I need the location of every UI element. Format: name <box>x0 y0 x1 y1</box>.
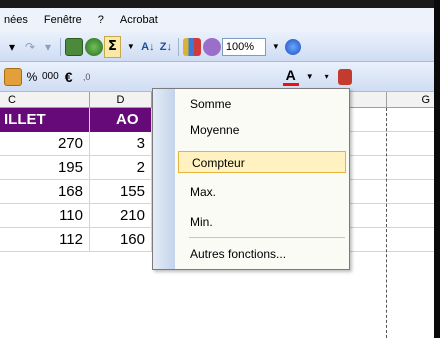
menu-gutter <box>153 89 175 269</box>
menu-item-label: Autres fonctions... <box>190 247 287 261</box>
thousands-separator-button[interactable]: 000 <box>42 66 59 88</box>
cell-header-c[interactable]: ILLET <box>0 108 90 132</box>
cell-header-d[interactable]: AO <box>90 108 152 132</box>
chart-wizard-icon[interactable] <box>182 36 201 58</box>
percent-label: % <box>26 69 38 84</box>
cell-text: 270 <box>57 135 83 152</box>
autosum-dropdown-menu: Somme Moyenne Compteur Max. Min. Autres … <box>152 88 350 270</box>
cell-text: 210 <box>119 207 145 224</box>
cell-text: 112 <box>59 231 83 248</box>
undo-dropdown-icon[interactable]: ▾ <box>4 36 20 58</box>
menu-item-compteur[interactable]: Compteur <box>178 151 346 173</box>
cell-d[interactable]: 3 <box>90 132 152 156</box>
research-icon[interactable] <box>85 36 103 58</box>
cell-d[interactable]: 2 <box>90 156 152 180</box>
menu-donnees[interactable]: nées <box>0 14 36 26</box>
column-header-c[interactable]: C <box>0 92 90 108</box>
sigma-icon: Σ <box>108 39 117 54</box>
percent-style-button[interactable]: % <box>24 66 40 88</box>
cell-text: 155 <box>119 183 145 200</box>
cell-text: 2 <box>136 159 145 176</box>
cell-c[interactable]: 168 <box>0 180 90 204</box>
euro-label: € <box>64 68 73 85</box>
menu-bar: nées Fenêtre ? Acrobat <box>0 8 434 32</box>
menu-item-autres-fonctions[interactable]: Autres fonctions... <box>177 243 347 265</box>
cell-text: 110 <box>59 207 83 224</box>
cell-c[interactable]: 110 <box>0 204 90 228</box>
cell-d[interactable]: 210 <box>90 204 152 228</box>
window-top-border <box>0 0 440 8</box>
zoom-dropdown-icon[interactable]: ▼ <box>267 36 283 58</box>
menu-separator <box>189 237 345 238</box>
zoom-box[interactable]: 100% <box>221 37 266 56</box>
menu-item-label: Max. <box>190 185 217 199</box>
cell-d[interactable]: 160 <box>90 228 152 252</box>
cell-c[interactable]: 112 <box>0 228 90 252</box>
column-header-d[interactable]: D <box>90 92 152 108</box>
menu-item-label: Somme <box>190 97 232 111</box>
cell-text: 160 <box>119 231 145 248</box>
toolbar-options-icon[interactable]: ▾ <box>319 66 335 88</box>
menu-fenetre[interactable]: Fenêtre <box>36 14 90 26</box>
drawing-icon[interactable] <box>202 36 221 58</box>
column-header-g[interactable]: G <box>386 92 434 108</box>
sort-descending-icon[interactable]: Z↓ <box>158 36 174 58</box>
font-color-button[interactable]: A <box>282 67 299 86</box>
window-right-border <box>434 0 440 338</box>
menu-item-label: Compteur <box>192 156 245 170</box>
menu-item-somme[interactable]: Somme <box>177 93 347 115</box>
redo-dropdown-icon[interactable]: ▾ <box>40 36 56 58</box>
euro-button[interactable]: € <box>61 66 77 88</box>
cell-text: 168 <box>57 183 83 200</box>
font-color-label: A <box>285 67 296 83</box>
cell-d[interactable]: 155 <box>90 180 152 204</box>
standard-toolbar: ▾ ↷ ▾ Σ ▼ A↓ Z↓ 100% ▼ <box>0 32 434 62</box>
autosum-dropdown-icon[interactable]: ▼ <box>122 36 138 58</box>
help-icon[interactable] <box>284 36 301 58</box>
menu-item-min[interactable]: Min. <box>177 211 347 233</box>
cell-c[interactable]: 195 <box>0 156 90 180</box>
menu-item-max[interactable]: Max. <box>177 181 347 203</box>
autosum-button[interactable]: Σ <box>104 35 121 58</box>
increase-decimal-icon[interactable]: ,0 <box>79 66 95 88</box>
merge-center-icon[interactable] <box>4 66 22 88</box>
cell-text: ILLET <box>4 111 46 128</box>
cell-c[interactable]: 270 <box>0 132 90 156</box>
font-color-dropdown-icon[interactable]: ▼ <box>301 66 317 88</box>
toolbar-separator <box>177 37 179 56</box>
column-g-label: G <box>421 94 430 106</box>
redo-icon[interactable]: ↷ <box>22 36 38 58</box>
hyperlink-icon[interactable] <box>65 36 83 58</box>
cell-text: 195 <box>57 159 83 176</box>
thousands-label: 000 <box>42 71 59 82</box>
column-d-label: D <box>116 94 125 106</box>
menu-item-label: Min. <box>190 215 213 229</box>
page-break-line <box>386 108 387 338</box>
menu-acrobat[interactable]: Acrobat <box>112 14 166 26</box>
pdf-icon[interactable] <box>337 66 353 88</box>
sort-ascending-icon[interactable]: A↓ <box>140 36 156 58</box>
column-c-label: C <box>8 94 16 106</box>
toolbar-separator <box>60 37 61 56</box>
zoom-value: 100% <box>225 40 255 53</box>
menu-help[interactable]: ? <box>90 14 112 26</box>
menu-item-label: Moyenne <box>190 123 240 137</box>
menu-item-moyenne[interactable]: Moyenne <box>177 119 347 141</box>
cell-text: 3 <box>136 135 145 152</box>
cell-text: AO <box>116 111 139 128</box>
